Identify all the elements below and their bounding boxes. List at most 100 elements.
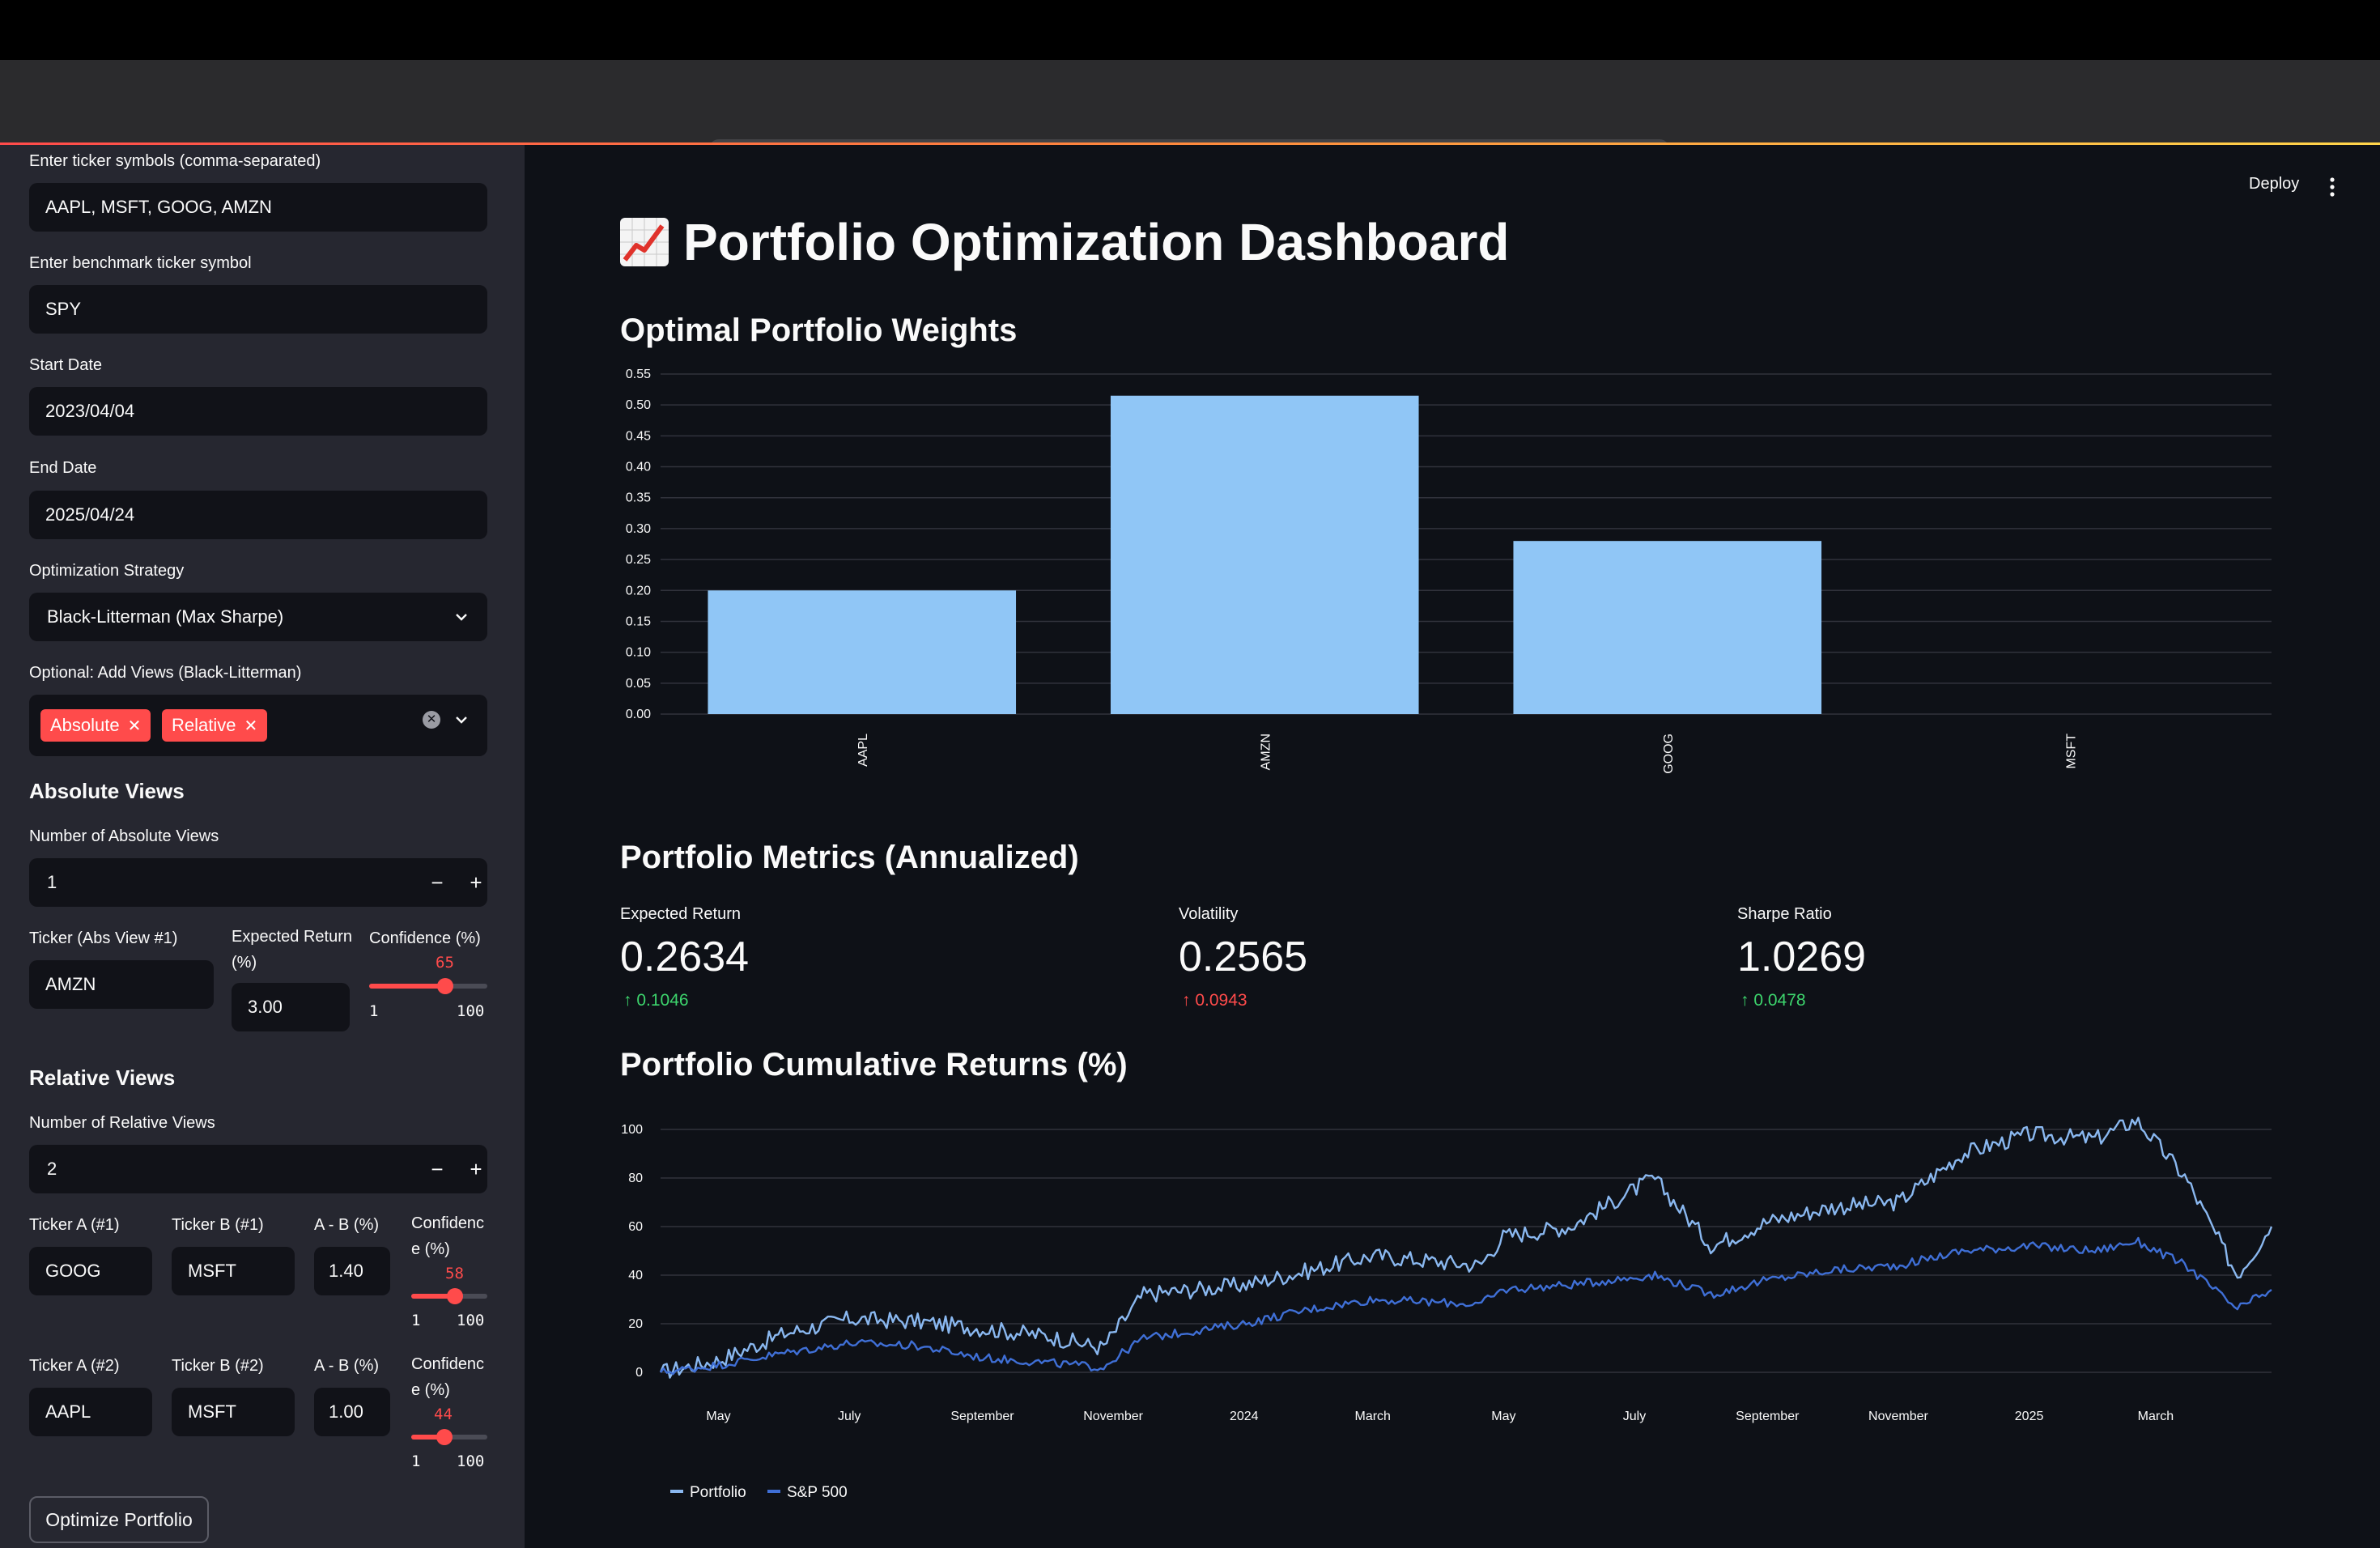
y-tick-label: 0.30 [626,522,651,536]
series-line-portfolio [659,1116,2273,1379]
absolute-count-value: 1 [47,872,57,892]
x-tick-label: MSFT [2064,734,2078,769]
relative-count-stepper[interactable]: 2 − + [29,1145,487,1193]
chevron-down-icon[interactable] [452,710,471,729]
start-date-label: Start Date [29,356,103,374]
page-title: Portfolio Optimization Dashboard [620,212,1509,272]
abs-return-label-line1: Expected Return [232,928,352,946]
y-tick-label: 0.50 [626,398,651,412]
deploy-button[interactable]: Deploy [2249,175,2299,194]
minus-button[interactable]: − [418,858,457,907]
views-multiselect[interactable]: Absolute ✕ Relative ✕ [29,695,487,756]
x-tick-label: May [1491,1410,1515,1423]
rel1-diff-input[interactable]: 1.40 [314,1247,390,1295]
plus-button[interactable]: + [457,1145,495,1193]
abs-return-input[interactable]: 3.00 [232,983,350,1031]
chevron-down-icon[interactable] [452,607,471,627]
close-icon[interactable]: ✕ [128,717,142,735]
x-tick-label: September [950,1410,1014,1423]
rel2-diff-input[interactable]: 1.00 [314,1388,390,1436]
slider-min: 1 [369,1002,379,1020]
benchmark-input[interactable]: SPY [29,285,487,334]
end-date-input[interactable]: 2025/04/24 [29,491,487,539]
relative-views-heading: Relative Views [29,1065,176,1090]
weights-section-title: Optimal Portfolio Weights [620,313,1018,348]
bar-aapl [708,590,1017,714]
x-tick-label: March [2138,1410,2174,1423]
browser-toolbar: ♛ localhost [0,60,2380,185]
rel2-confidence-slider[interactable] [411,1429,487,1445]
os-menu-bar [0,0,2380,60]
rel1-ticker-a-label: Ticker A (#1) [29,1216,120,1234]
chip-relative[interactable]: Relative ✕ [162,709,268,742]
slider-max: 100 [457,1002,485,1020]
metric-sharpe-delta: ↑ 0.0478 [1740,991,1806,1010]
delta-value: 0.0943 [1195,991,1247,1010]
metric-sharpe-label: Sharpe Ratio [1737,905,1832,923]
metric-volatility-value: 0.2565 [1179,933,1308,980]
y-tick-label: 0.40 [626,461,651,474]
y-tick-label: 0.25 [626,553,651,567]
relative-count-value: 2 [47,1159,57,1179]
optimize-portfolio-button[interactable]: Optimize Portfolio [29,1496,209,1543]
chip-absolute[interactable]: Absolute ✕ [40,709,151,742]
chip-label: Absolute [50,715,120,735]
rel1-confidence-slider[interactable] [411,1288,487,1304]
tickers-input[interactable]: AAPL, MSFT, GOOG, AMZN [29,183,487,232]
rel1-ticker-a-input[interactable]: GOOG [29,1247,152,1295]
clear-icon[interactable]: ✕ [423,711,440,729]
slider-thumb[interactable] [436,1429,453,1445]
slider-max: 100 [457,1452,485,1470]
rel2-ticker-b-input[interactable]: MSFT [172,1388,295,1436]
returns-line-chart: 0 20 40 60 80 100 May July September November 2024… [621,1116,2273,1501]
strategy-select[interactable]: Black-Litterman (Max Sharpe) [29,593,487,641]
rel2-ticker-b-label: Ticker B (#2) [172,1357,264,1375]
y-tick-label: 0.10 [626,646,651,660]
slider-fill [369,984,446,989]
strategy-label: Optimization Strategy [29,562,185,580]
bar-amzn [1110,395,1419,714]
y-tick-label: 0.00 [626,708,651,721]
x-tick-label: 2024 [1230,1410,1259,1423]
x-tick-label: March [1355,1410,1391,1423]
rel1-ticker-b-label: Ticker B (#1) [172,1216,264,1234]
slider-thumb[interactable] [447,1288,464,1304]
minus-button[interactable]: − [418,1145,457,1193]
rel2-ticker-a-input[interactable]: AAPL [29,1388,152,1436]
benchmark-label: Enter benchmark ticker symbol [29,254,252,272]
metric-sharpe-value: 1.0269 [1737,933,1867,980]
abs-confidence-slider[interactable] [369,978,487,994]
y-tick-label: 100 [621,1123,643,1137]
rel1-ticker-b-input[interactable]: MSFT [172,1247,295,1295]
y-tick-label: 40 [628,1269,643,1282]
chart-increasing-icon [620,218,669,266]
slider-min: 1 [411,1312,421,1329]
rel2-ticker-a-label: Ticker A (#2) [29,1357,120,1375]
close-icon[interactable]: ✕ [244,717,257,735]
arrow-up-icon: ↑ [1740,991,1749,1010]
plus-button[interactable]: + [457,858,495,907]
y-tick-label: 0.15 [626,615,651,628]
y-tick-label: 0.55 [626,368,651,381]
more-menu-icon[interactable] [2328,176,2336,198]
rel2-confidence-value: 44 [434,1406,453,1423]
x-tick-label: May [706,1410,730,1423]
tickers-label: Enter ticker symbols (comma-separated) [29,152,321,170]
slider-min: 1 [411,1452,421,1470]
start-date-input[interactable]: 2023/04/04 [29,387,487,436]
rel1-confidence-value: 58 [445,1265,464,1282]
bar-goog [1513,541,1822,714]
arrow-up-icon: ↑ [1182,991,1191,1010]
absolute-count-stepper[interactable]: 1 − + [29,858,487,907]
abs-confidence-value: 65 [436,954,454,972]
y-tick-label: 0.05 [626,677,651,691]
legend-label: S&P 500 [787,1484,848,1501]
views-label: Optional: Add Views (Black-Litterman) [29,664,302,682]
absolute-views-heading: Absolute Views [29,779,185,803]
abs-ticker-input[interactable]: AMZN [29,960,214,1009]
abs-confidence-label: Confidence (%) [369,929,481,947]
metric-volatility-delta: ↑ 0.0943 [1182,991,1247,1010]
returns-section-title: Portfolio Cumulative Returns (%) [620,1047,1128,1082]
rel2-confidence-label-line2: e (%) [411,1381,450,1399]
x-tick-label: AAPL [856,734,870,767]
